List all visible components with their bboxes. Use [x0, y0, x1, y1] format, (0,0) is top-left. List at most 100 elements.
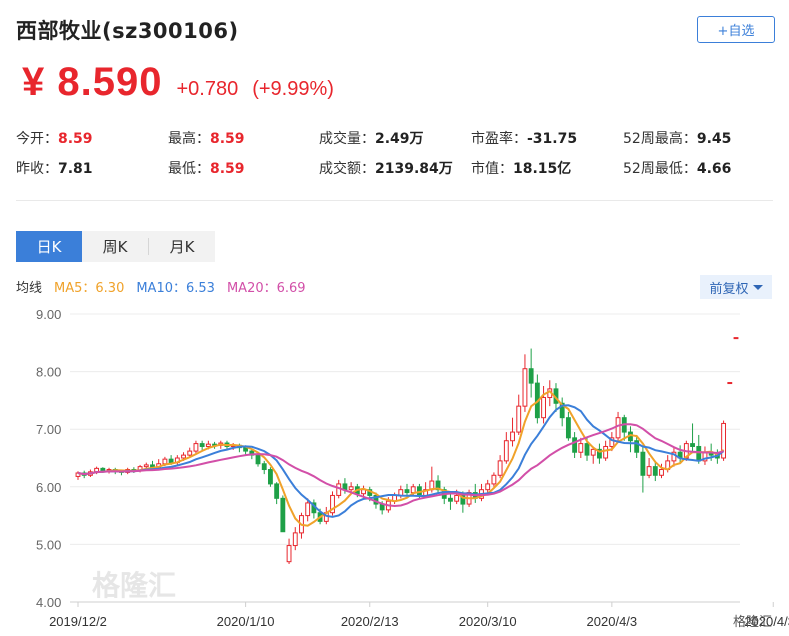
x-tick-label: 2020/4/3	[587, 614, 638, 629]
candle-body	[690, 443, 695, 447]
candle	[733, 337, 739, 340]
stat-label: 市值：	[471, 161, 513, 177]
tab-monthly[interactable]: 月K	[149, 231, 215, 262]
candle-body	[410, 486, 416, 494]
candle-body	[541, 397, 546, 419]
candle-body	[565, 417, 571, 439]
y-tick-label: 6.00	[36, 480, 61, 495]
stat-label: 52周最低：	[623, 161, 697, 177]
candle-body	[286, 545, 292, 563]
candle	[330, 491, 335, 516]
adjust-label: 前复权	[709, 281, 749, 297]
candle	[646, 458, 652, 479]
candle-body	[522, 368, 528, 407]
candle-body	[205, 443, 211, 447]
candle	[572, 432, 578, 458]
candle	[628, 426, 633, 453]
price-row: ¥ 8.590 +0.780 (+9.99%)	[22, 60, 334, 105]
stat-value: 8.59	[58, 131, 93, 147]
ma5-legend: MA5：6.30	[54, 281, 125, 296]
candle	[491, 472, 497, 487]
candle-body	[336, 483, 342, 496]
ma-title: 均线	[16, 281, 43, 296]
stat-value: 9.45	[696, 131, 732, 147]
candle	[528, 348, 534, 398]
stat-label: 成交量：	[319, 131, 375, 147]
stat-turnover: 成交额：2139.84万	[319, 158, 453, 178]
kline-chart[interactable]: 9.00 8.00 7.00 6.00 5.00 4.00 2019/12/2 2020/1…	[0, 300, 789, 636]
candle	[485, 479, 491, 493]
ma20-legend: MA20：6.69	[226, 281, 306, 296]
candle-body	[727, 382, 733, 385]
candle-body	[646, 466, 652, 476]
y-tick-label: 9.00	[36, 307, 61, 322]
candle	[261, 460, 267, 475]
stat-open: 今开：8.59	[16, 128, 93, 148]
stat-low: 最低：8.59	[168, 158, 245, 178]
stat-value: 18.15亿	[513, 161, 572, 177]
stat-label: 最低：	[168, 161, 210, 177]
stat-label: 最高：	[168, 131, 210, 147]
stat-label: 成交额：	[319, 161, 375, 177]
candle-body	[503, 440, 509, 462]
x-axis: 2019/12/2 2020/1/10 2020/2/13 2020/3/10 2020…	[49, 601, 789, 629]
candle-body	[404, 489, 410, 494]
price-change-percent: (+9.99%)	[252, 78, 334, 100]
candle-body	[584, 443, 590, 456]
x-tick-label: 2020/1/10	[217, 614, 275, 629]
candle-body	[199, 443, 205, 447]
chart-grid	[70, 313, 740, 603]
candle-body	[454, 494, 460, 502]
candle-body	[193, 443, 199, 452]
candle-body	[528, 368, 534, 384]
candle-body	[497, 460, 503, 476]
stat-value: 2139.84万	[375, 161, 453, 177]
y-axis: 9.00 8.00 7.00 6.00 5.00 4.00	[36, 307, 61, 610]
candle	[721, 420, 727, 461]
candle-body	[640, 451, 646, 476]
candle	[292, 527, 298, 551]
candle	[274, 482, 280, 505]
candle-body	[491, 474, 497, 485]
stat-high: 最高：8.59	[168, 128, 245, 148]
candle-body	[733, 337, 739, 340]
y-tick-label: 8.00	[36, 365, 61, 380]
adjust-dropdown[interactable]: 前复权	[700, 275, 772, 299]
candle	[702, 446, 708, 465]
candle-body	[652, 466, 658, 476]
candle-body	[162, 458, 168, 465]
candle	[597, 443, 602, 464]
candle-body	[578, 443, 584, 453]
stat-value: 4.66	[696, 161, 732, 177]
stat-value: 7.81	[58, 161, 93, 177]
candle-body	[510, 431, 515, 442]
stat-value: 2.49万	[375, 131, 424, 147]
y-tick-label: 5.00	[36, 537, 61, 552]
stat-label: 52周最高：	[623, 131, 697, 147]
stat-label: 市盈率：	[471, 131, 527, 147]
candle-body	[448, 497, 453, 502]
candle	[497, 455, 503, 479]
candle-body	[485, 483, 491, 491]
candle-body	[168, 458, 174, 464]
watermark-corner: 格隆汇	[733, 614, 772, 630]
candle	[559, 397, 565, 427]
candle	[448, 492, 453, 510]
candle-body	[659, 469, 664, 476]
candle	[286, 538, 292, 564]
candle	[510, 417, 515, 447]
stat-label: 昨收：	[16, 161, 58, 177]
candle	[311, 499, 317, 519]
candle-body	[516, 405, 522, 433]
candle	[640, 446, 646, 493]
candle-body	[280, 497, 286, 533]
candle-body	[143, 464, 149, 468]
candle-body	[615, 417, 621, 439]
price-change: +0.780	[176, 78, 239, 100]
tab-daily[interactable]: 日K	[16, 231, 82, 262]
candle	[280, 495, 286, 533]
tab-weekly[interactable]: 周K	[82, 231, 148, 262]
candle	[522, 354, 528, 412]
add-watchlist-button[interactable]: +自选	[697, 16, 775, 43]
stat-value: -31.75	[527, 131, 578, 147]
